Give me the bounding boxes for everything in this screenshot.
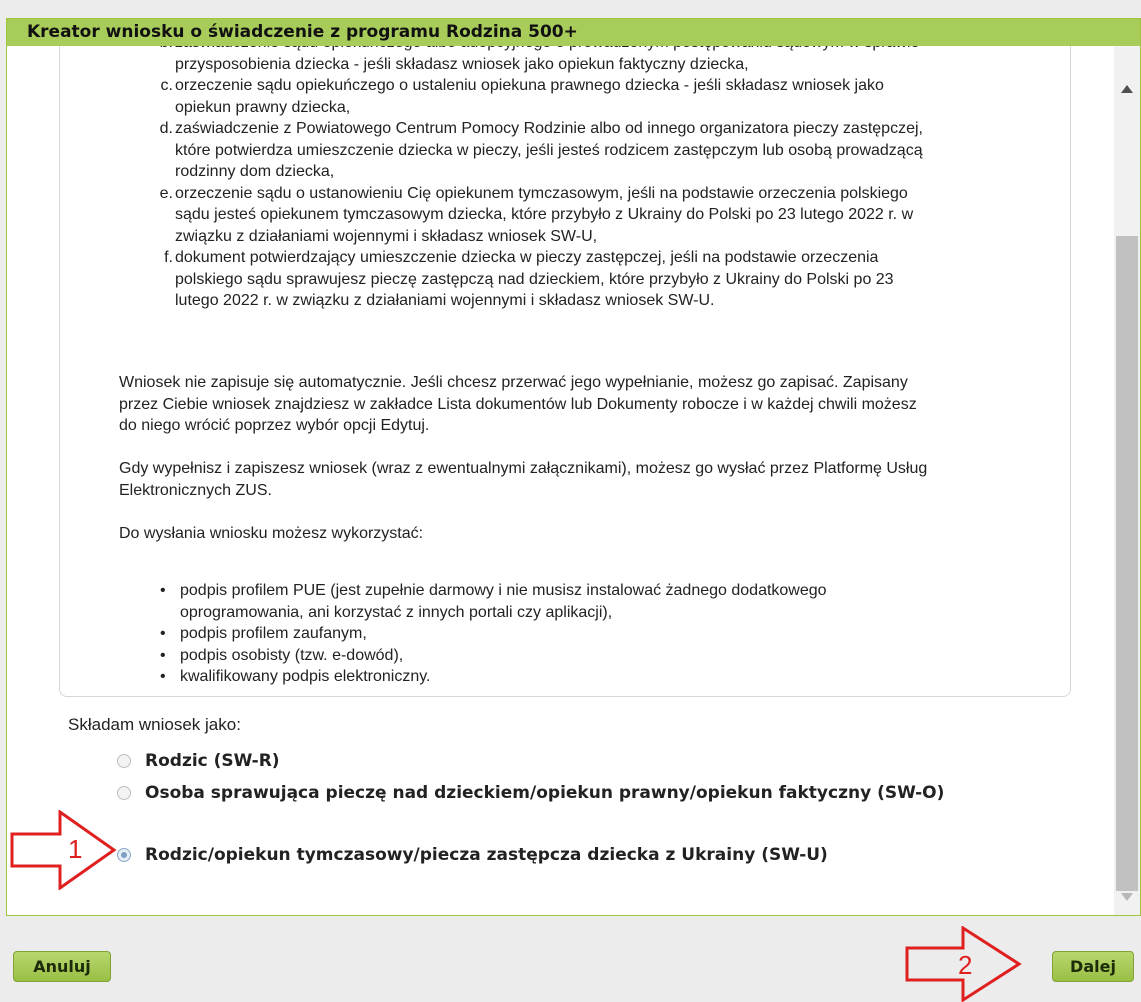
radio-label: Rodzic/opiekun tymczasowy/piecza zastępc… xyxy=(145,845,828,865)
list-item: f. dokument potwierdzający umieszczenie … xyxy=(164,249,894,309)
annotation-arrow-1 xyxy=(10,810,117,890)
list-item: e. orzeczenie sądu o ustanowieniu Cię op… xyxy=(159,184,914,245)
list-item: podpis profilem PUE (jest zupełnie darmo… xyxy=(156,580,976,623)
radio-label: Rodzic (SW-R) xyxy=(145,751,280,771)
signing-methods-list: podpis profilem PUE (jest zupełnie darmo… xyxy=(156,580,976,688)
annotation-number-2: 2 xyxy=(958,950,973,980)
radio-option-sw-u[interactable]: Rodzic/opiekun tymczasowy/piecza zastępc… xyxy=(117,845,828,865)
scrollbar-thumb[interactable] xyxy=(1116,236,1138,891)
instructions-panel: b. zaświadczenie sądu opiekuńczego albo … xyxy=(59,27,1071,697)
annotation-number-1: 1 xyxy=(68,834,83,864)
instructions-text: b. zaświadczenie sądu opiekuńczego albo … xyxy=(60,28,1020,696)
radio-label: Osoba sprawująca pieczę nad dzieckiem/op… xyxy=(145,783,945,803)
radio-option-sw-r[interactable]: Rodzic (SW-R) xyxy=(117,751,280,771)
dialog-scrollbar[interactable] xyxy=(1114,46,1140,915)
cancel-button[interactable]: Anuluj xyxy=(13,951,111,982)
list-item: podpis profilem zaufanym, xyxy=(156,623,976,645)
autosave-paragraph: Wniosek nie zapisuje się automatycznie. … xyxy=(119,374,917,434)
wizard-dialog: Kreator wniosku o świadczenie z programu… xyxy=(6,18,1141,916)
scroll-down-icon[interactable] xyxy=(1121,893,1133,901)
required-documents-list: b. zaświadczenie sądu opiekuńczego albo … xyxy=(159,34,1012,312)
list-item: podpis osobisty (tzw. e-dowód), xyxy=(156,645,976,667)
role-label: Składam wniosek jako: xyxy=(68,715,241,734)
signing-intro: Do wysłania wniosku możesz wykorzystać: xyxy=(119,524,424,542)
radio-sw-r[interactable] xyxy=(117,754,131,768)
list-item: c. orzeczenie sądu opiekuńczego o ustale… xyxy=(160,77,884,116)
dialog-title: Kreator wniosku o świadczenie z programu… xyxy=(7,19,1140,46)
list-item: d. zaświadczenie z Powiatowego Centrum P… xyxy=(159,120,923,180)
info-paragraphs: Wniosek nie zapisuje się automatycznie. … xyxy=(119,372,1017,566)
sending-paragraph: Gdy wypełnisz i zapiszesz wniosek (wraz … xyxy=(119,460,928,499)
scroll-up-icon[interactable] xyxy=(1121,85,1133,93)
list-item: kwalifikowany podpis elektroniczny. xyxy=(156,666,976,688)
radio-option-sw-o[interactable]: Osoba sprawująca pieczę nad dzieckiem/op… xyxy=(117,783,944,803)
next-button[interactable]: Dalej xyxy=(1052,951,1134,982)
radio-sw-o[interactable] xyxy=(117,786,131,800)
